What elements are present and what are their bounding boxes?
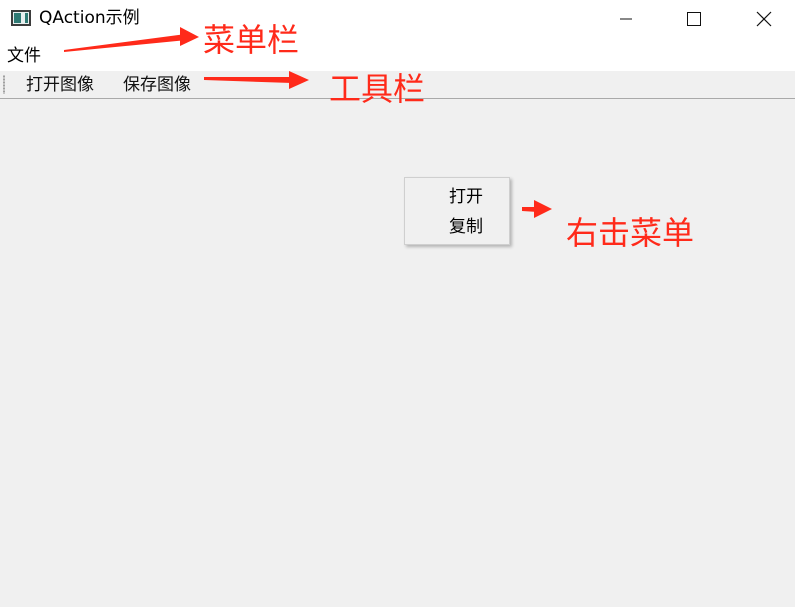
save-image-button[interactable]: 保存图像 [123, 75, 191, 95]
menubar-annotation-label: 菜单栏 [203, 21, 300, 59]
maximize-button[interactable] [659, 0, 729, 38]
open-image-button[interactable]: 打开图像 [26, 75, 94, 95]
close-icon [756, 11, 772, 27]
close-button[interactable] [729, 0, 795, 38]
minimize-button[interactable] [591, 0, 661, 38]
minimize-icon [620, 18, 632, 20]
title-bar: QAction示例 [0, 0, 795, 38]
menu-bar: 文件 [0, 38, 795, 71]
toolbar-annotation-label: 工具栏 [329, 70, 426, 108]
app-window-icon [11, 10, 31, 26]
toolbar-grip-handle[interactable] [3, 75, 5, 94]
context-menu-item-copy[interactable]: 复制 [449, 217, 483, 237]
context-menu-item-open[interactable]: 打开 [449, 187, 483, 207]
context-menu-arrow [522, 200, 552, 218]
window-title: QAction示例 [39, 8, 140, 28]
context-menu-annotation-label: 右击菜单 [566, 214, 695, 252]
menu-file[interactable]: 文件 [7, 46, 41, 66]
maximize-icon [687, 12, 701, 26]
context-menu: 打开 复制 [404, 177, 510, 245]
